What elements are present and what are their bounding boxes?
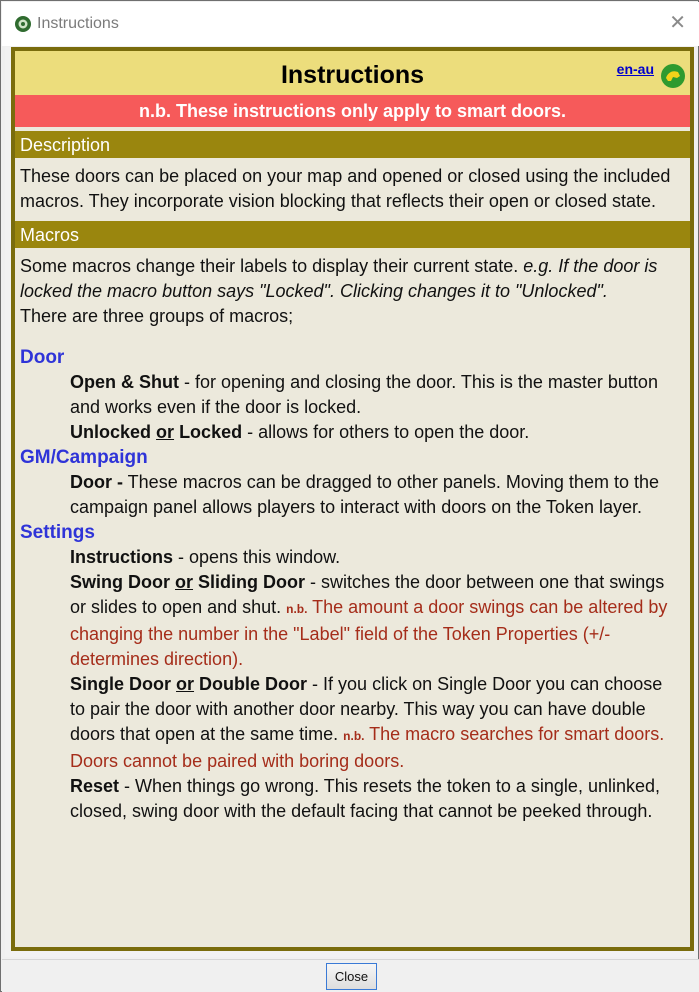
content-area: Instructions en-au n.b. These instructio… [5, 47, 695, 957]
button-bar: Close [2, 959, 699, 992]
description-text: These doors can be placed on your map an… [20, 166, 671, 211]
open-shut-label: Open & Shut [70, 372, 179, 392]
or-label: or [175, 572, 194, 592]
gm-door-text: These macros can be dragged to other pan… [70, 472, 659, 517]
group-settings-title: Settings [20, 522, 95, 543]
or-label: or [176, 674, 195, 694]
group-door-title: Door [20, 347, 65, 368]
language-link[interactable]: en-au [617, 61, 654, 77]
macros-intro-text: Some macros change their labels to displ… [20, 256, 519, 276]
instructions-item: Instructions - opens this window. [15, 545, 690, 570]
locked-text: - allows for others to open the door. [242, 422, 530, 442]
reset-item: Reset - When things go wrong. This reset… [15, 774, 690, 824]
instructions-header: Instructions en-au [15, 51, 690, 95]
title-bar: Instructions ✕ [2, 2, 699, 46]
maptool-gear-icon [15, 16, 31, 32]
macros-heading: Macros [15, 221, 690, 248]
instructions-panel: Instructions en-au n.b. These instructio… [11, 47, 694, 951]
description-heading: Description [15, 131, 690, 158]
swing-label: Swing Door [70, 572, 170, 592]
nb-label: n.b. [286, 602, 308, 616]
single-item: Single Door or Double Door - If you clic… [15, 672, 690, 774]
macros-groups-intro: There are three groups of macros; [20, 306, 294, 326]
locked-item: Unlocked or Locked - allows for others t… [15, 420, 690, 445]
double-label: Double Door [199, 674, 308, 694]
smart-door-warning: n.b. These instructions only apply to sm… [15, 95, 690, 127]
macros-intro: Some macros change their labels to displ… [15, 248, 690, 331]
window-title: Instructions [37, 15, 119, 32]
group-gm-title: GM/Campaign [20, 447, 148, 468]
page-title: Instructions [280, 61, 425, 89]
gm-door-label: Door - [70, 472, 123, 492]
instructions-window: Instructions ✕ Instructions en-au n.b. T… [0, 0, 699, 992]
locked-label: Locked [179, 422, 243, 442]
single-label: Single Door [70, 674, 172, 694]
or-label: or [156, 422, 175, 442]
reset-label: Reset [70, 776, 120, 796]
instructions-text: - opens this window. [173, 547, 341, 567]
nb-label: n.b. [343, 729, 365, 743]
open-shut-item: Open & Shut - for opening and closing th… [15, 370, 690, 420]
sliding-label: Sliding Door [198, 572, 306, 592]
instructions-label: Instructions [70, 547, 174, 567]
close-icon[interactable]: ✕ [669, 13, 686, 33]
unlocked-label: Unlocked [70, 422, 152, 442]
close-button[interactable]: Close [326, 963, 377, 990]
swing-item: Swing Door or Sliding Door - switches th… [15, 570, 690, 672]
flag-icon[interactable] [660, 63, 686, 89]
reset-text: - When things go wrong. This resets the … [70, 776, 660, 821]
gm-door-item: Door - These macros can be dragged to ot… [15, 470, 690, 520]
